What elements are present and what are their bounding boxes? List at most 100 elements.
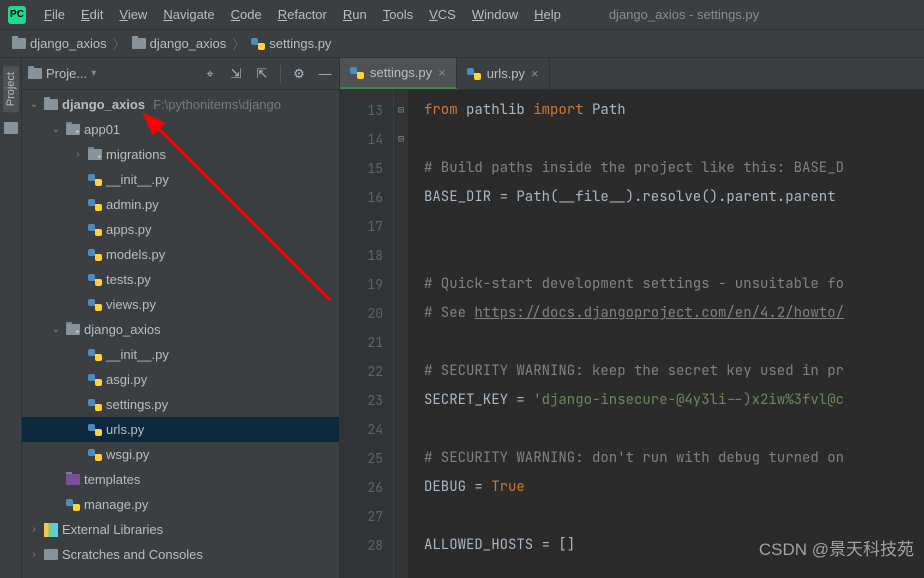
- menu-edit[interactable]: Edit: [73, 4, 111, 25]
- python-file-icon: [350, 66, 364, 80]
- tree-item-label: wsgi.py: [106, 447, 149, 462]
- breadcrumb-item[interactable]: settings.py: [247, 36, 335, 51]
- tree-item-label: apps.py: [106, 222, 152, 237]
- menu-window[interactable]: Window: [464, 4, 526, 25]
- watermark: CSDN @景天科技苑: [759, 535, 914, 560]
- tree-item[interactable]: templates: [22, 467, 339, 492]
- structure-icon[interactable]: [4, 122, 18, 134]
- main-menu: FileEditViewNavigateCodeRefactorRunTools…: [36, 4, 569, 25]
- expand-icon[interactable]: ⇲: [228, 66, 244, 82]
- tree-item-label: tests.py: [106, 272, 151, 287]
- tree-item-label: admin.py: [106, 197, 159, 212]
- sidebar-title[interactable]: Proje...: [46, 66, 87, 81]
- project-tree[interactable]: ⌄ django_axios F:\pythonitems\django ⌄ app01…: [22, 90, 339, 578]
- menu-tools[interactable]: Tools: [375, 4, 421, 25]
- window-title: django_axios - settings.py: [609, 7, 759, 22]
- tree-item[interactable]: ⌄ django_axios: [22, 317, 339, 342]
- breadcrumb-item[interactable]: django_axios: [128, 36, 231, 51]
- menu-navigate[interactable]: Navigate: [155, 4, 222, 25]
- tree-item-path: F:\pythonitems\django: [153, 97, 281, 112]
- tree-item-label: settings.py: [106, 397, 168, 412]
- tree-item[interactable]: models.py: [22, 242, 339, 267]
- folder-icon: [132, 38, 146, 49]
- tree-item[interactable]: apps.py: [22, 217, 339, 242]
- tree-item[interactable]: ⌄ django_axios F:\pythonitems\django: [22, 92, 339, 117]
- folder-icon: [44, 99, 58, 110]
- breadcrumb-item[interactable]: django_axios: [8, 36, 111, 51]
- close-tab-icon[interactable]: ×: [438, 65, 446, 80]
- project-sidebar: Proje... ▾ ⌖ ⇲ ⇱ ⚙ — ⌄ django_axios F:\pyt…: [22, 58, 340, 578]
- expand-arrow-icon[interactable]: ›: [28, 524, 40, 535]
- menu-code[interactable]: Code: [223, 4, 270, 25]
- tree-item-label: manage.py: [84, 497, 148, 512]
- tree-item-label: django_axios: [84, 322, 161, 337]
- python-file-icon: [467, 67, 481, 81]
- package-icon: [66, 124, 80, 135]
- collapse-icon[interactable]: ⇱: [254, 66, 270, 82]
- tree-item-label: External Libraries: [62, 522, 163, 537]
- menu-help[interactable]: Help: [526, 4, 569, 25]
- sidebar-header: Proje... ▾ ⌖ ⇲ ⇱ ⚙ —: [22, 58, 339, 90]
- menu-view[interactable]: View: [111, 4, 155, 25]
- package-icon: [88, 149, 102, 160]
- tree-item-label: urls.py: [106, 422, 144, 437]
- editor-tab[interactable]: settings.py×: [340, 58, 457, 89]
- python-file-icon: [88, 423, 102, 437]
- menu-refactor[interactable]: Refactor: [270, 4, 335, 25]
- py-icon: [251, 37, 265, 51]
- python-file-icon: [88, 198, 102, 212]
- python-file-icon: [88, 248, 102, 262]
- tree-item[interactable]: settings.py: [22, 392, 339, 417]
- tree-item[interactable]: asgi.py: [22, 367, 339, 392]
- expand-arrow-icon[interactable]: ⌄: [50, 124, 62, 135]
- package-icon: [66, 324, 80, 335]
- tree-item[interactable]: ›Scratches and Consoles: [22, 542, 339, 567]
- menu-file[interactable]: File: [36, 4, 73, 25]
- tree-item[interactable]: tests.py: [22, 267, 339, 292]
- tree-item[interactable]: wsgi.py: [22, 442, 339, 467]
- tree-item[interactable]: manage.py: [22, 492, 339, 517]
- tree-item-label: views.py: [106, 297, 156, 312]
- project-tool-tab[interactable]: Project: [3, 66, 19, 112]
- tree-item[interactable]: › External Libraries: [22, 517, 339, 542]
- tree-item[interactable]: ⌄ app01: [22, 117, 339, 142]
- python-file-icon: [88, 173, 102, 187]
- tree-item[interactable]: admin.py: [22, 192, 339, 217]
- expand-arrow-icon[interactable]: ⌄: [50, 324, 62, 335]
- python-file-icon: [88, 298, 102, 312]
- code-content[interactable]: from pathlib import Path # Build paths i…: [408, 90, 924, 578]
- locate-icon[interactable]: ⌖: [202, 66, 218, 82]
- titlebar: PC FileEditViewNavigateCodeRefactorRunTo…: [0, 0, 924, 30]
- tree-item-label: templates: [84, 472, 140, 487]
- template-folder-icon: [66, 474, 80, 485]
- python-file-icon: [66, 498, 80, 512]
- python-file-icon: [88, 223, 102, 237]
- divider: [280, 65, 281, 83]
- editor-tabs: settings.py×urls.py×: [340, 58, 924, 90]
- app-icon: PC: [8, 6, 26, 24]
- menu-vcs[interactable]: VCS: [421, 4, 464, 25]
- tree-item-label: models.py: [106, 247, 165, 262]
- tree-item[interactable]: urls.py: [22, 417, 339, 442]
- expand-arrow-icon[interactable]: ›: [28, 549, 40, 560]
- settings-icon[interactable]: ⚙: [291, 66, 307, 82]
- expand-arrow-icon[interactable]: ⌄: [28, 99, 40, 110]
- line-number-gutter[interactable]: 13141516171819202122232425262728: [340, 90, 394, 578]
- minimize-icon[interactable]: —: [317, 66, 333, 82]
- fold-gutter[interactable]: ⊟⊟: [394, 90, 408, 578]
- tree-item[interactable]: ›migrations: [22, 142, 339, 167]
- tree-item-label: asgi.py: [106, 372, 147, 387]
- menu-run[interactable]: Run: [335, 4, 375, 25]
- editor-tab[interactable]: urls.py×: [457, 58, 550, 89]
- tree-item-label: app01: [84, 122, 120, 137]
- tree-item-label: django_axios: [62, 97, 145, 112]
- scratches-icon: [44, 549, 58, 560]
- tree-item[interactable]: __init__.py: [22, 167, 339, 192]
- breadcrumb-separator: 〉: [230, 34, 247, 53]
- tree-item[interactable]: __init__.py: [22, 342, 339, 367]
- close-tab-icon[interactable]: ×: [531, 66, 539, 81]
- dropdown-icon[interactable]: ▾: [91, 68, 96, 79]
- tree-item[interactable]: views.py: [22, 292, 339, 317]
- expand-arrow-icon[interactable]: ›: [72, 149, 84, 160]
- editor: settings.py×urls.py× 1314151617181920212…: [340, 58, 924, 578]
